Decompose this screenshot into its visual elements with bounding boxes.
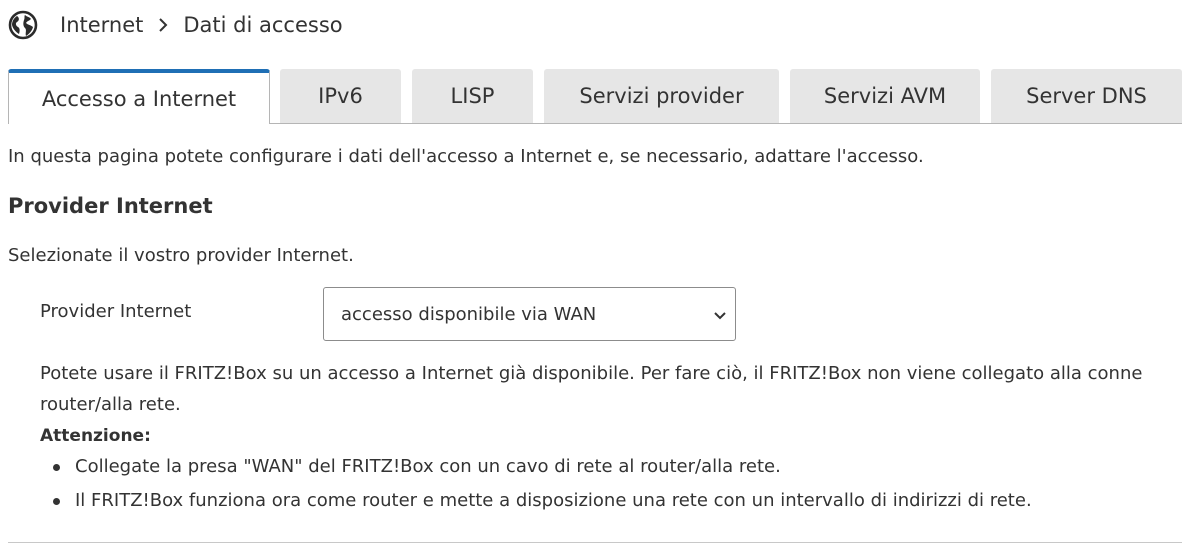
provider-select[interactable]: accesso disponibile via WAN (323, 287, 736, 341)
section-title: Provider Internet (8, 194, 213, 218)
tab-accesso-a-internet[interactable]: Accesso a Internet (8, 69, 270, 124)
list-item: Collegate la presa "WAN" del FRITZ!Box c… (40, 453, 1032, 487)
breadcrumb: Internet Dati di accesso (8, 9, 343, 41)
tab-server-dns[interactable]: Server DNS (991, 69, 1182, 123)
select-hint: Selezionate il vostro provider Internet. (8, 245, 354, 266)
tab-label: IPv6 (318, 84, 363, 108)
bullet-icon (53, 464, 60, 471)
tab-lisp[interactable]: LISP (412, 69, 533, 123)
divider (8, 542, 1182, 543)
list-item-text: Il FRITZ!Box funziona ora come router e … (75, 490, 1032, 511)
tab-label: LISP (450, 84, 495, 108)
page-intro: In questa pagina potete configurare i da… (8, 146, 924, 167)
attention-label: Attenzione: (40, 426, 151, 446)
tab-label: Servizi provider (579, 84, 744, 108)
provider-description: Potete usare il FRITZ!Box su un accesso … (40, 358, 1182, 420)
tab-servizi-avm[interactable]: Servizi AVM (790, 69, 980, 123)
description-line: Potete usare il FRITZ!Box su un accesso … (40, 363, 1143, 384)
chevron-right-icon (157, 17, 169, 33)
attention-list: Collegate la presa "WAN" del FRITZ!Box c… (40, 453, 1032, 521)
tab-ipv6[interactable]: IPv6 (280, 69, 401, 123)
provider-label: Provider Internet (40, 301, 192, 322)
list-item: Il FRITZ!Box funziona ora come router e … (40, 487, 1032, 521)
tab-label: Server DNS (1026, 84, 1147, 108)
bullet-icon (53, 498, 60, 505)
tab-bar: Accesso a Internet IPv6 LISP Servizi pro… (8, 69, 1182, 124)
globe-icon (8, 10, 38, 40)
tab-label: Servizi AVM (823, 84, 947, 108)
tab-servizi-provider[interactable]: Servizi provider (544, 69, 779, 123)
tab-label: Accesso a Internet (41, 86, 237, 111)
chevron-down-icon (713, 307, 727, 321)
list-item-text: Collegate la presa "WAN" del FRITZ!Box c… (75, 456, 781, 477)
breadcrumb-item-internet[interactable]: Internet (60, 13, 143, 37)
description-line: router/alla rete. (40, 394, 181, 415)
breadcrumb-item-dati-di-accesso: Dati di accesso (183, 13, 343, 37)
provider-select-value: accesso disponibile via WAN (341, 303, 597, 325)
